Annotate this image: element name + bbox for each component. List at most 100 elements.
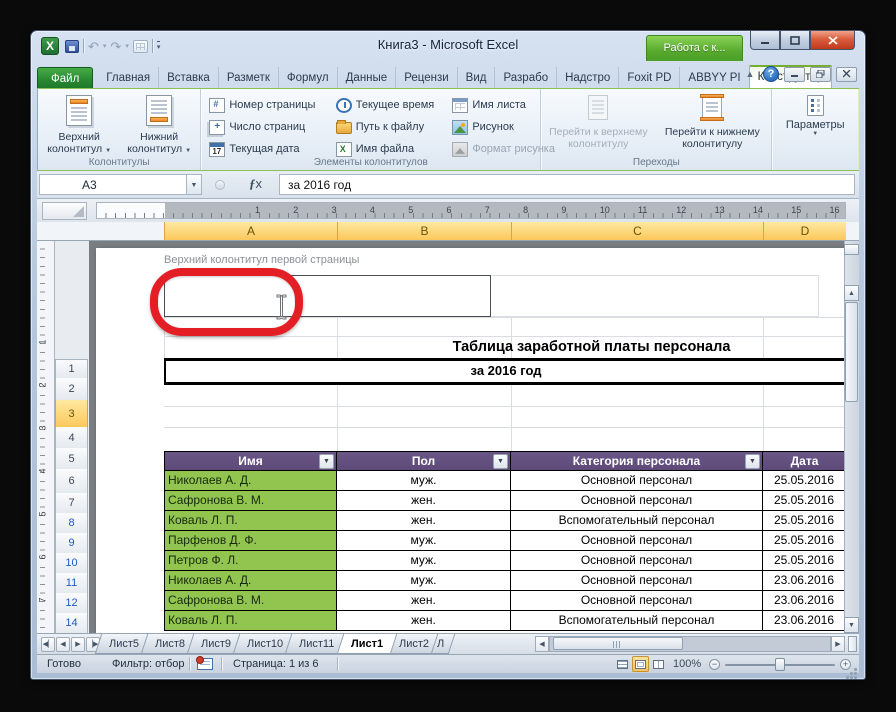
table-cell-category[interactable]: Основной персонал [511,551,763,571]
maximize-button[interactable] [780,31,810,50]
macro-record-icon[interactable] [197,658,213,670]
table-cell-date[interactable]: 23.06.2016 [763,571,846,591]
vertical-split-handle[interactable] [844,244,859,255]
table-header-category[interactable]: Категория персонала▼ [511,451,763,471]
table-cell-name[interactable]: Сафронова В. М. [164,491,337,511]
btn-current-date[interactable]: Текущая дата [207,139,333,159]
column-header-b[interactable]: B [337,222,511,240]
table-header-name[interactable]: Имя▼ [164,451,337,471]
vertical-scroll-thumb[interactable] [845,302,858,402]
tab-file[interactable]: Файл [37,67,93,89]
table-cell-category[interactable]: Основной персонал [511,531,763,551]
table-cell-gender[interactable]: муж. [337,471,511,491]
horizontal-scroll-thumb[interactable] [553,637,683,650]
table-cell-name[interactable]: Николаев А. Д. [164,471,337,491]
row-header-10[interactable]: 10 [55,553,88,574]
page-layout-view-icon[interactable] [632,656,649,672]
row-header-1[interactable]: 1 [55,359,88,379]
header-right-section[interactable] [491,275,819,317]
row-header-7[interactable]: 7 [55,493,88,514]
table-cell-category[interactable]: Вспомогательный персонал [511,511,763,531]
row-header-6[interactable]: 6 [55,469,88,494]
tab-abbyy[interactable]: ABBYY PI [679,67,748,89]
btn-sheet-name[interactable]: Имя листа [450,95,536,115]
zoom-out-icon[interactable]: − [709,659,720,670]
btn-current-time[interactable]: Текущее время [334,95,451,115]
btn-file-path[interactable]: Путь к файлу [334,117,451,137]
insert-function-icon[interactable]: ƒx [249,176,262,192]
workbook-restore-icon[interactable] [810,67,831,82]
table-cell-gender[interactable]: жен. [337,611,511,631]
row-header-3-selected[interactable]: 3 [55,400,88,428]
help-icon[interactable]: ? [763,66,779,82]
sheet-tab-list1-active[interactable]: Лист1 [336,634,397,654]
row-header-5[interactable]: 5 [55,448,88,470]
table-cell-category[interactable]: Основной персонал [511,571,763,591]
filter-dropdown-icon[interactable]: ▼ [319,454,334,469]
table-cell-name[interactable]: Коваль Л. П. [164,611,337,631]
tab-insert[interactable]: Вставка [158,67,218,89]
scroll-right-icon[interactable]: ▶ [831,636,845,652]
minimize-button[interactable] [750,31,780,50]
scroll-down-icon[interactable]: ▼ [844,617,859,633]
table-cell-gender[interactable]: муж. [337,571,511,591]
zoom-thumb[interactable] [775,658,785,671]
row-header-14[interactable]: 14 [55,613,88,633]
name-box[interactable]: A3 [39,174,187,195]
column-header-d[interactable]: D [763,222,846,240]
btn-page-number[interactable]: Номер страницы [207,95,333,115]
filter-dropdown-icon[interactable]: ▼ [493,454,508,469]
table-cell-name[interactable]: Сафронова В. М. [164,591,337,611]
row-header-2[interactable]: 2 [55,378,88,401]
table-cell-gender[interactable]: муж. [337,531,511,551]
table-cell-name[interactable]: Петров Ф. Л. [164,551,337,571]
table-cell-gender[interactable]: жен. [337,591,511,611]
table-header-date[interactable]: Дата [763,451,846,471]
scroll-left-icon[interactable]: ◀ [535,636,549,652]
btn-file-name[interactable]: Имя файла [334,139,451,159]
tab-formulas[interactable]: Формул [278,67,337,89]
tab-page-layout[interactable]: Разметк [218,67,278,89]
row-header-9[interactable]: 9 [55,533,88,554]
first-sheet-icon[interactable]: ◀▏ [41,637,55,652]
options-button[interactable]: Параметры ▼ [772,95,858,137]
tab-data[interactable]: Данные [337,67,396,89]
table-cell-date[interactable]: 23.06.2016 [763,591,846,611]
table-cell-date[interactable]: 25.05.2016 [763,491,846,511]
tab-review[interactable]: Рецензи [395,67,456,89]
prev-sheet-icon[interactable]: ◀ [56,637,70,652]
row-header-8[interactable]: 8 [55,513,88,534]
table-cell-category[interactable]: Вспомогательный персонал [511,611,763,631]
btn-picture[interactable]: Рисунок [450,117,536,137]
table-cell-category[interactable]: Основной персонал [511,591,763,611]
close-button[interactable] [810,31,855,50]
name-box-dropdown-icon[interactable]: ▼ [187,174,202,195]
table-cell-date[interactable]: 25.05.2016 [763,511,846,531]
row-header-11[interactable]: 11 [55,573,88,594]
table-cell-category[interactable]: Основной персонал [511,491,763,511]
btn-page-count[interactable]: Число страниц [207,117,333,137]
workbook-close-icon[interactable] [836,67,857,82]
page-break-view-icon[interactable] [650,656,667,672]
table-header-gender[interactable]: Пол▼ [337,451,511,471]
collapse-ribbon-icon[interactable]: ▲ [742,67,758,81]
table-cell-gender[interactable]: жен. [337,491,511,511]
row-header-12[interactable]: 12 [55,593,88,614]
resize-grip[interactable] [845,659,858,672]
row-header-4[interactable]: 4 [55,427,88,449]
tab-view[interactable]: Вид [457,67,495,89]
next-sheet-icon[interactable]: ▶ [71,637,85,652]
column-header-a[interactable]: A [164,222,337,240]
zoom-level[interactable]: 100% [673,658,701,670]
table-cell-category[interactable]: Основной персонал [511,471,763,491]
table-cell-date[interactable]: 25.05.2016 [763,531,846,551]
table-cell-name[interactable]: Николаев А. Д. [164,571,337,591]
formula-input[interactable]: за 2016 год [279,174,855,195]
table-cell-gender[interactable]: муж. [337,551,511,571]
tab-foxit[interactable]: Foxit PD [618,67,679,89]
table-cell-name[interactable]: Коваль Л. П. [164,511,337,531]
table-cell-date[interactable]: 23.06.2016 [763,611,846,631]
tab-split-handle[interactable] [848,636,857,652]
tab-home[interactable]: Главная [97,67,158,89]
filter-dropdown-icon[interactable]: ▼ [745,454,760,469]
